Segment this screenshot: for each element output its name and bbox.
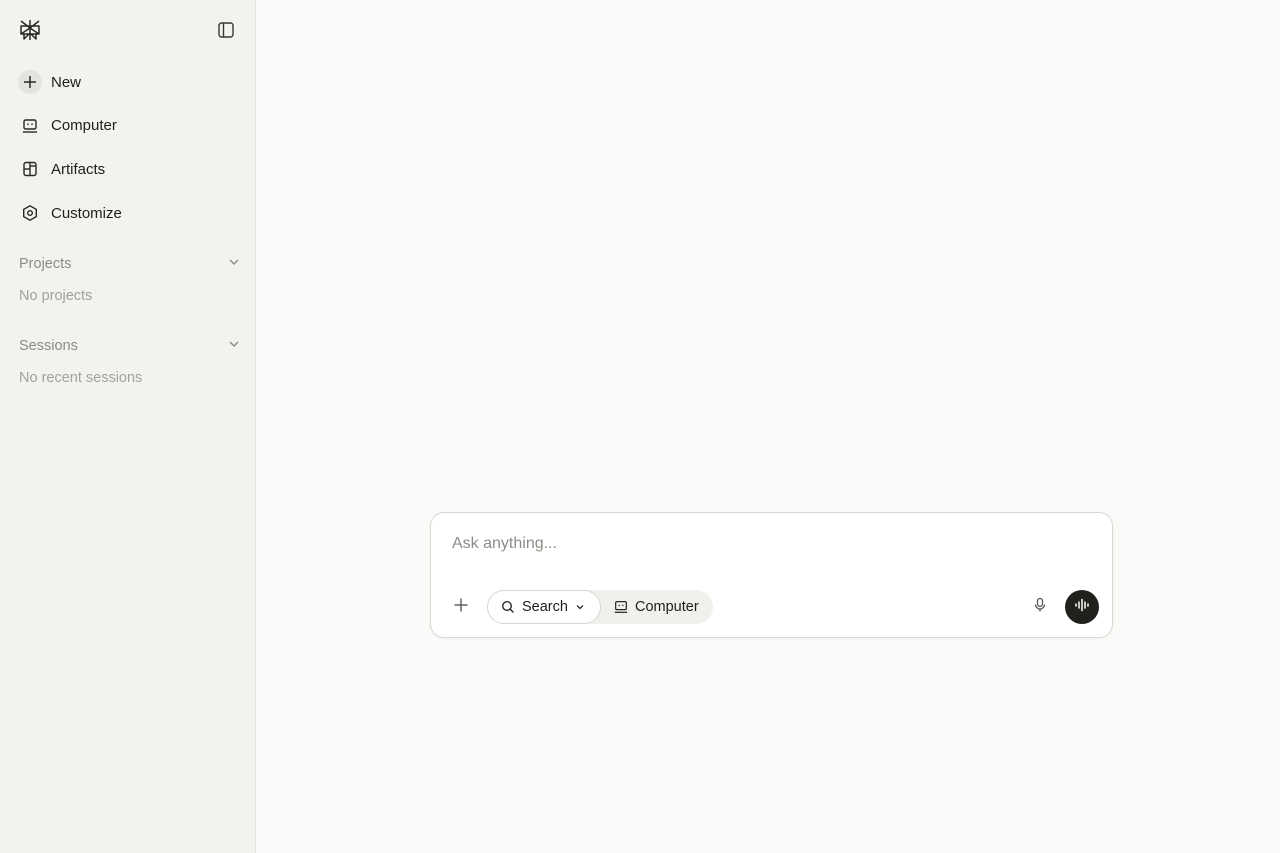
sidebar-nav: New Computer Artifacts Customize xyxy=(14,66,242,241)
soundwave-icon xyxy=(1073,596,1091,619)
microphone-icon xyxy=(1032,597,1048,618)
app-root: New Computer Artifacts Customize Project… xyxy=(0,0,1280,853)
projects-title: Projects xyxy=(19,256,72,272)
chevron-down-icon xyxy=(227,337,241,356)
sidebar-item-label: New xyxy=(51,73,82,91)
plus-icon xyxy=(18,70,42,94)
sidebar-item-customize[interactable]: Customize xyxy=(14,197,242,229)
computer-mode-button[interactable]: Computer xyxy=(601,590,713,624)
projects-empty-text: No projects xyxy=(19,288,93,304)
search-mode-button[interactable]: Search xyxy=(487,590,601,624)
sidebar-item-artifacts[interactable]: Artifacts xyxy=(14,153,242,185)
sidebar-item-label: Computer xyxy=(51,117,117,135)
computer-icon xyxy=(18,114,42,138)
sidebar-item-new[interactable]: New xyxy=(14,66,242,98)
sidebar-item-label: Artifacts xyxy=(51,160,106,178)
customize-icon xyxy=(18,201,42,225)
ask-input[interactable] xyxy=(452,533,1072,555)
sidebar-toggle-icon[interactable] xyxy=(216,20,236,40)
search-mode-label: Search xyxy=(522,599,568,615)
sidebar-item-label: Customize xyxy=(51,204,122,222)
search-icon xyxy=(500,599,516,615)
main-area: Search Computer xyxy=(256,0,1280,853)
mode-selector: Search Computer xyxy=(487,590,713,624)
sessions-section-header[interactable]: Sessions xyxy=(19,336,241,356)
composer: Search Computer xyxy=(430,512,1113,638)
plus-icon xyxy=(453,597,469,618)
attach-button[interactable] xyxy=(451,597,471,617)
sessions-empty-text: No recent sessions xyxy=(19,370,143,386)
microphone-button[interactable] xyxy=(1030,597,1050,617)
computer-mode-label: Computer xyxy=(635,599,699,615)
sidebar-item-computer[interactable]: Computer xyxy=(14,110,242,142)
voice-mode-button[interactable] xyxy=(1065,590,1099,624)
projects-section-header[interactable]: Projects xyxy=(19,254,241,274)
computer-icon xyxy=(613,599,629,615)
perplexity-logo-icon[interactable] xyxy=(18,18,42,42)
sidebar: New Computer Artifacts Customize Project… xyxy=(0,0,256,853)
sessions-title: Sessions xyxy=(19,338,78,354)
chevron-down-icon xyxy=(574,601,586,613)
chevron-down-icon xyxy=(227,255,241,274)
artifacts-icon xyxy=(18,157,42,181)
